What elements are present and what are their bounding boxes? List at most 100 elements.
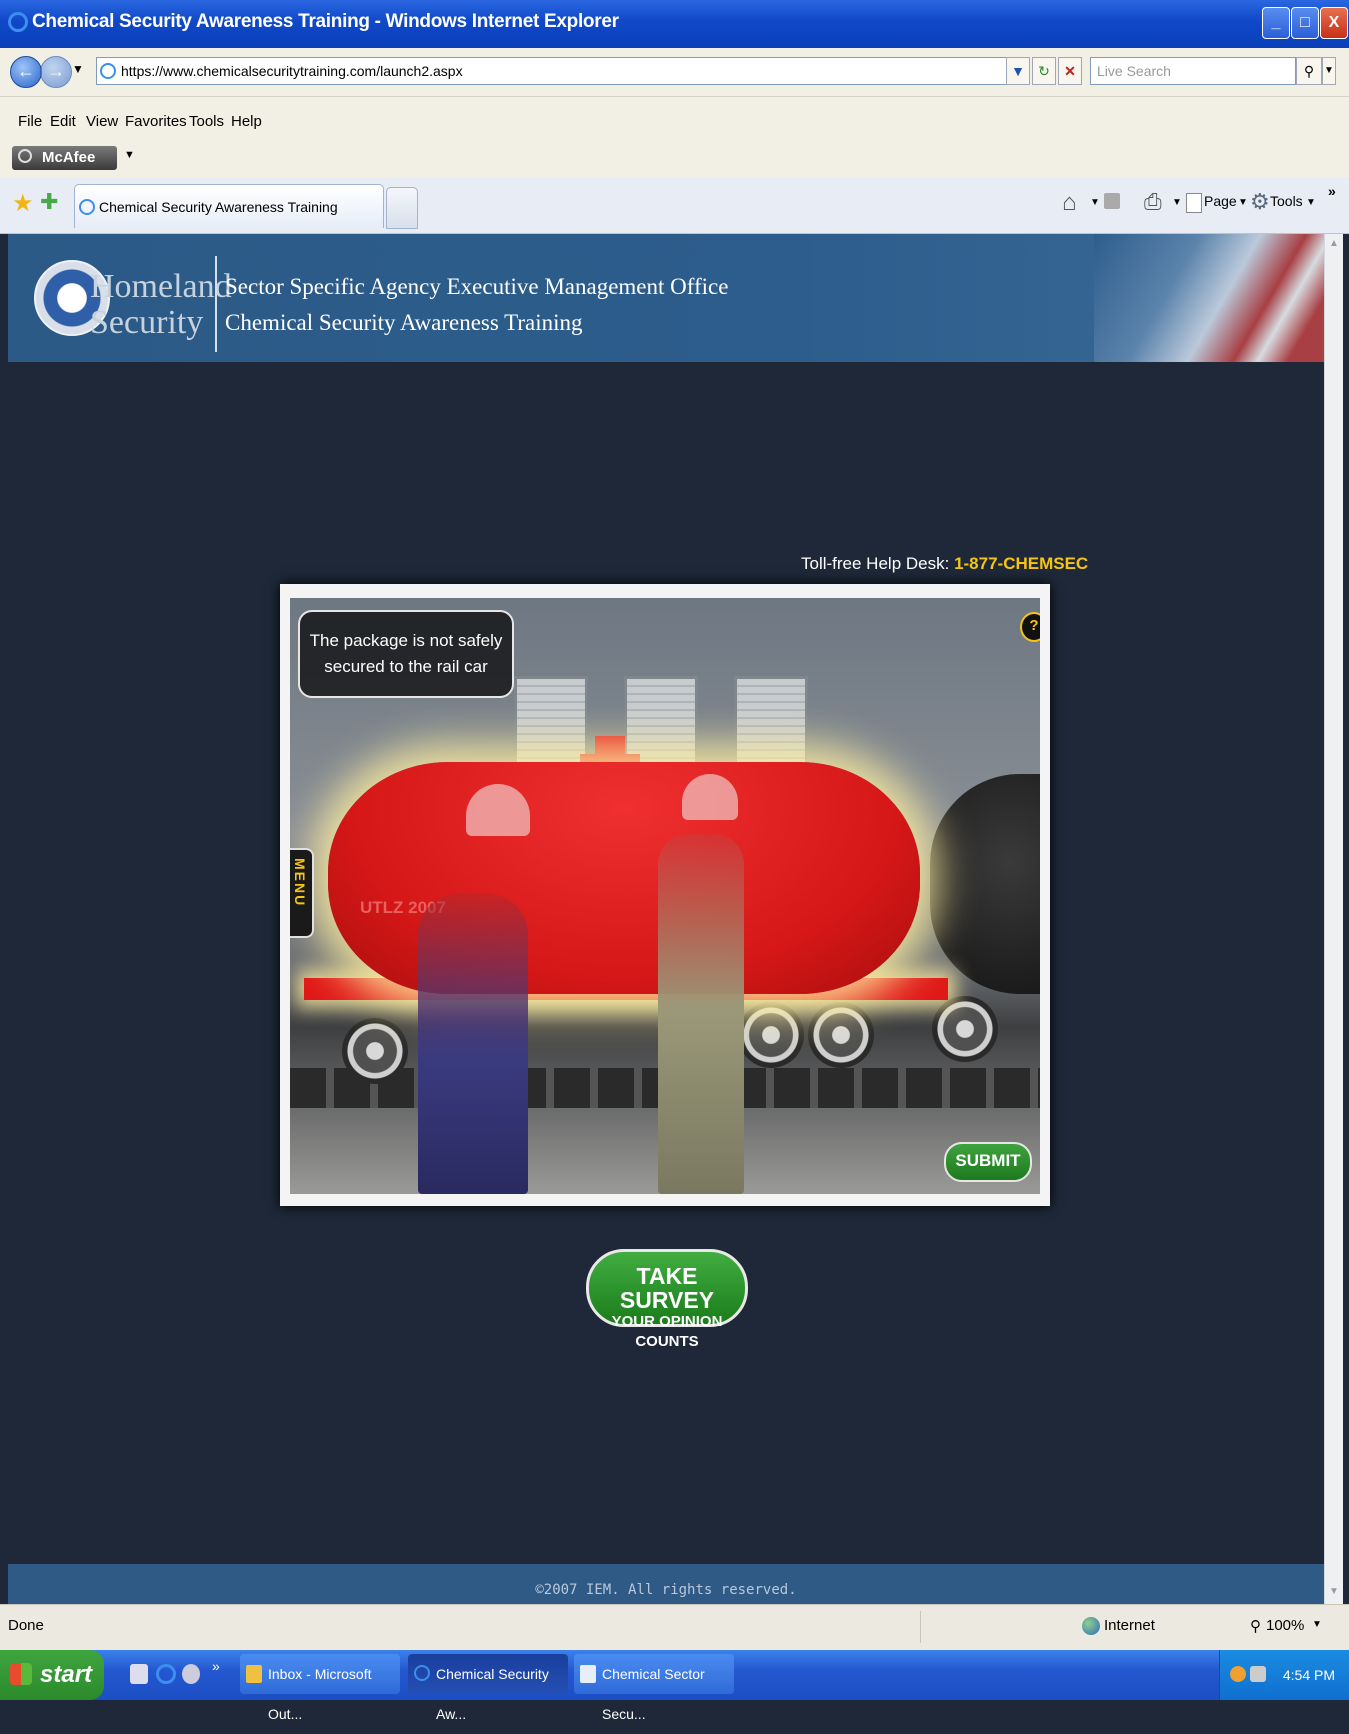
status-text: Done: [8, 1617, 44, 1634]
scroll-up-icon[interactable]: ▲: [1329, 238, 1339, 249]
quicklaunch-more-icon[interactable]: »: [212, 1658, 220, 1674]
menu-favorites[interactable]: Favorites: [125, 113, 187, 130]
back-button[interactable]: ←: [10, 56, 42, 88]
quicklaunch-media-icon[interactable]: [182, 1664, 200, 1684]
mcafee-dropdown-icon[interactable]: ▼: [124, 149, 135, 161]
tools-menu[interactable]: Tools: [1270, 193, 1303, 209]
tab-label: Chemical Security Awareness Training: [99, 199, 338, 215]
url-field[interactable]: https://www.chemicalsecuritytraining.com…: [96, 57, 1028, 85]
page-dropdown-icon[interactable]: ▼: [1238, 197, 1248, 208]
status-bar: Done Internet ⚲ 100% ▼: [0, 1604, 1349, 1651]
add-favorite-icon[interactable]: ✚: [40, 189, 58, 215]
menu-edit[interactable]: Edit: [50, 113, 76, 130]
favorites-star-icon[interactable]: ★: [12, 189, 34, 218]
maximize-button[interactable]: □: [1291, 7, 1319, 39]
address-bar: ← → ▼ https://www.chemicalsecuritytraini…: [0, 48, 1349, 97]
logo-text-security: Security: [90, 304, 204, 341]
task-label: Inbox - Microsoft Out...: [268, 1666, 372, 1722]
new-tab-button[interactable]: [386, 187, 418, 229]
search-input[interactable]: Live Search: [1090, 57, 1296, 85]
window-title: Chemical Security Awareness Training - W…: [32, 11, 619, 32]
page-menu[interactable]: Page: [1204, 193, 1237, 209]
search-icon[interactable]: ⚲: [1296, 57, 1322, 85]
logo-text-homeland: Homeland: [90, 268, 232, 305]
rail-wheel: [932, 996, 998, 1062]
worker-left: [418, 894, 528, 1194]
search-options-icon[interactable]: ▼: [1322, 57, 1336, 85]
system-tray: 4:54 PM: [1219, 1650, 1349, 1700]
zoom-dropdown-icon[interactable]: ▼: [1312, 1619, 1322, 1630]
page-icon: [100, 63, 116, 79]
chevron-more-icon[interactable]: »: [1328, 183, 1336, 199]
zoom-level[interactable]: 100%: [1266, 1617, 1304, 1634]
dhs-banner: Homeland Security Sector Specific Agency…: [8, 234, 1324, 362]
tools-gear-icon: ⚙: [1250, 189, 1270, 214]
flag-graphic: [1094, 234, 1324, 362]
take-survey-button[interactable]: TAKE SURVEY YOUR OPINION COUNTS: [586, 1249, 748, 1350]
word-icon: [580, 1665, 596, 1683]
menu-tab-label: MENU: [292, 858, 308, 908]
rail-wheel: [808, 1002, 874, 1068]
mcafee-button[interactable]: McAfee: [12, 146, 117, 170]
mcafee-icon: [18, 149, 32, 163]
tab-chemical-security[interactable]: Chemical Security Awareness Training: [74, 184, 384, 228]
feedback-callout: The package is not safely secured to the…: [298, 610, 514, 698]
show-desktop-icon[interactable]: [130, 1664, 148, 1684]
start-button[interactable]: start: [0, 1650, 104, 1700]
menu-tab[interactable]: MENU: [290, 848, 314, 938]
rail-wheel: [738, 1002, 804, 1068]
help-desk: Toll-free Help Desk: 1-877-CHEMSEC: [801, 554, 1088, 574]
page-content: Homeland Security Sector Specific Agency…: [8, 234, 1324, 1604]
rail-yard-scene[interactable]: UTLZ 2007 The package is not safely secu…: [290, 598, 1040, 1194]
refresh-icon[interactable]: ↻: [1032, 57, 1056, 85]
task-ie-icon: [414, 1665, 430, 1681]
task-label: Chemical Security Aw...: [436, 1666, 549, 1722]
url-dropdown-icon[interactable]: ▼: [1006, 57, 1030, 85]
worker-right: [658, 834, 744, 1194]
task-word-document[interactable]: Chemical Sector Secu...: [574, 1654, 734, 1722]
menu-bar: File Edit View Favorites Tools Help McAf…: [0, 97, 1349, 177]
print-icon[interactable]: ⎙: [1144, 189, 1162, 215]
print-dropdown-icon[interactable]: ▼: [1172, 197, 1182, 208]
tray-icon[interactable]: [1250, 1666, 1266, 1682]
quicklaunch-ie-icon[interactable]: [156, 1664, 176, 1684]
tray-icon[interactable]: [1230, 1666, 1246, 1682]
task-outlook[interactable]: Inbox - Microsoft Out...: [240, 1654, 400, 1722]
menu-file[interactable]: File: [18, 113, 42, 130]
banner-course-title: Chemical Security Awareness Training: [225, 310, 583, 335]
menu-help[interactable]: Help: [231, 113, 262, 130]
clock: 4:54 PM: [1282, 1667, 1335, 1683]
scroll-down-icon[interactable]: ▼: [1329, 1586, 1339, 1597]
status-panes: [920, 1611, 1081, 1643]
task-label: Chemical Sector Secu...: [602, 1666, 705, 1722]
tab-ie-icon: [79, 199, 95, 215]
submit-button[interactable]: SUBMIT: [944, 1142, 1032, 1182]
window-title-bar: Chemical Security Awareness Training - W…: [0, 0, 1349, 48]
help-desk-number: 1-877-CHEMSEC: [954, 554, 1089, 573]
mcafee-label: McAfee: [42, 149, 96, 166]
feeds-icon[interactable]: [1104, 193, 1120, 209]
banner-divider: [215, 256, 217, 352]
help-question-icon[interactable]: ?: [1020, 612, 1040, 642]
survey-subtitle: YOUR OPINION COUNTS: [611, 1313, 723, 1350]
black-tank-car: [930, 774, 1040, 994]
forward-button[interactable]: →: [40, 56, 72, 88]
vertical-scrollbar[interactable]: ▲ ▼: [1324, 234, 1343, 1604]
task-ie-chemical-security[interactable]: Chemical Security Aw...: [408, 1654, 568, 1722]
training-frame: UTLZ 2007 The package is not safely secu…: [280, 584, 1050, 1206]
history-dropdown-icon[interactable]: ▼: [72, 62, 84, 76]
close-button[interactable]: X: [1320, 7, 1348, 39]
menu-view[interactable]: View: [86, 113, 118, 130]
home-icon[interactable]: ⌂: [1062, 189, 1077, 217]
windows-logo-icon: [10, 1663, 32, 1685]
help-desk-label: Toll-free Help Desk:: [801, 554, 950, 573]
start-label: start: [40, 1661, 93, 1688]
tools-dropdown-icon[interactable]: ▼: [1306, 197, 1316, 208]
menu-tools[interactable]: Tools: [189, 113, 224, 130]
highlighted-tank-car[interactable]: UTLZ 2007: [328, 762, 920, 994]
minimize-button[interactable]: _: [1262, 7, 1290, 39]
home-dropdown-icon[interactable]: ▼: [1090, 197, 1100, 208]
page-footer: ©2007 IEM. All rights reserved.: [8, 1564, 1324, 1604]
stop-icon[interactable]: ✕: [1058, 57, 1082, 85]
zoom-icon: ⚲: [1250, 1618, 1261, 1635]
